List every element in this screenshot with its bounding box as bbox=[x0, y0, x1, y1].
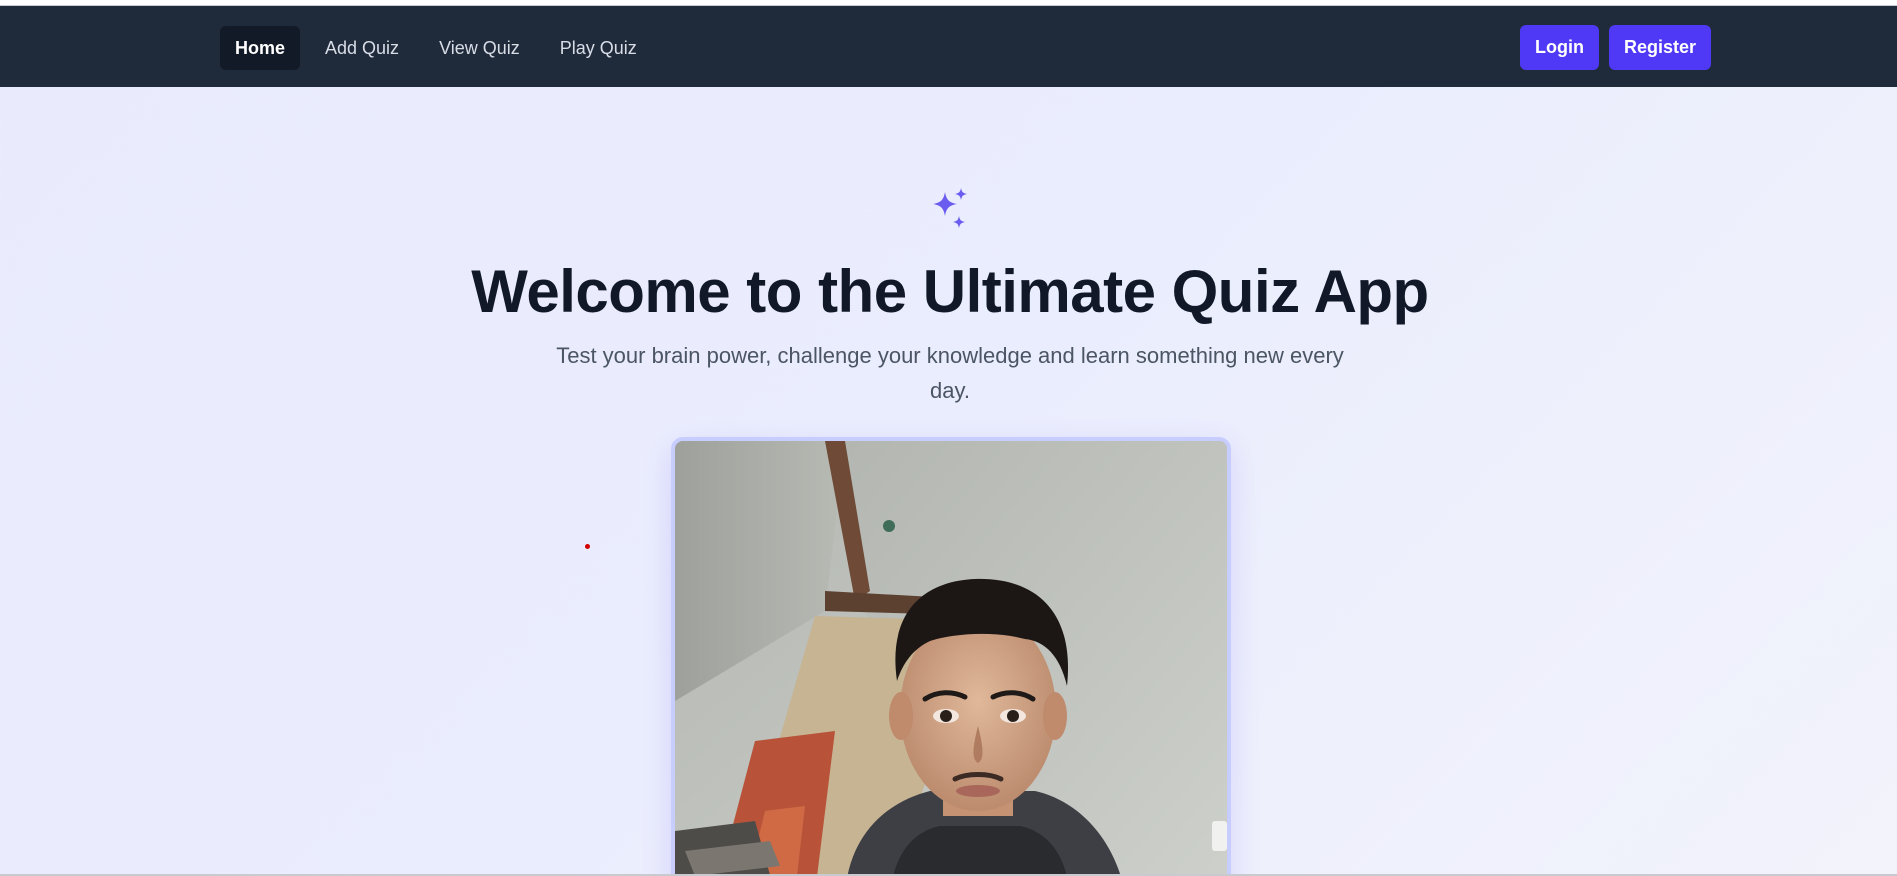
profile-photo bbox=[675, 441, 1227, 876]
nav-view-quiz-link[interactable]: View Quiz bbox=[424, 26, 535, 70]
nav-play-quiz-link[interactable]: Play Quiz bbox=[545, 26, 652, 70]
nav-add-quiz-link[interactable]: Add Quiz bbox=[310, 26, 414, 70]
auth-buttons: Login Register bbox=[1519, 25, 1711, 70]
nav-home-link[interactable]: Home bbox=[220, 26, 301, 70]
nav-links: Home Add Quiz View Quiz Play Quiz bbox=[220, 26, 652, 70]
navbar: Home Add Quiz View Quiz Play Quiz Login … bbox=[0, 6, 1897, 87]
hero-title: Welcome to the Ultimate Quiz App bbox=[471, 258, 1429, 325]
profile-photo-card bbox=[671, 437, 1231, 876]
sparkles-icon bbox=[933, 188, 967, 228]
register-button[interactable]: Register bbox=[1608, 25, 1711, 70]
login-button[interactable]: Login bbox=[1519, 25, 1599, 70]
cursor-dot bbox=[585, 544, 590, 549]
hero-subtitle: Test your brain power, challenge your kn… bbox=[556, 343, 1344, 403]
